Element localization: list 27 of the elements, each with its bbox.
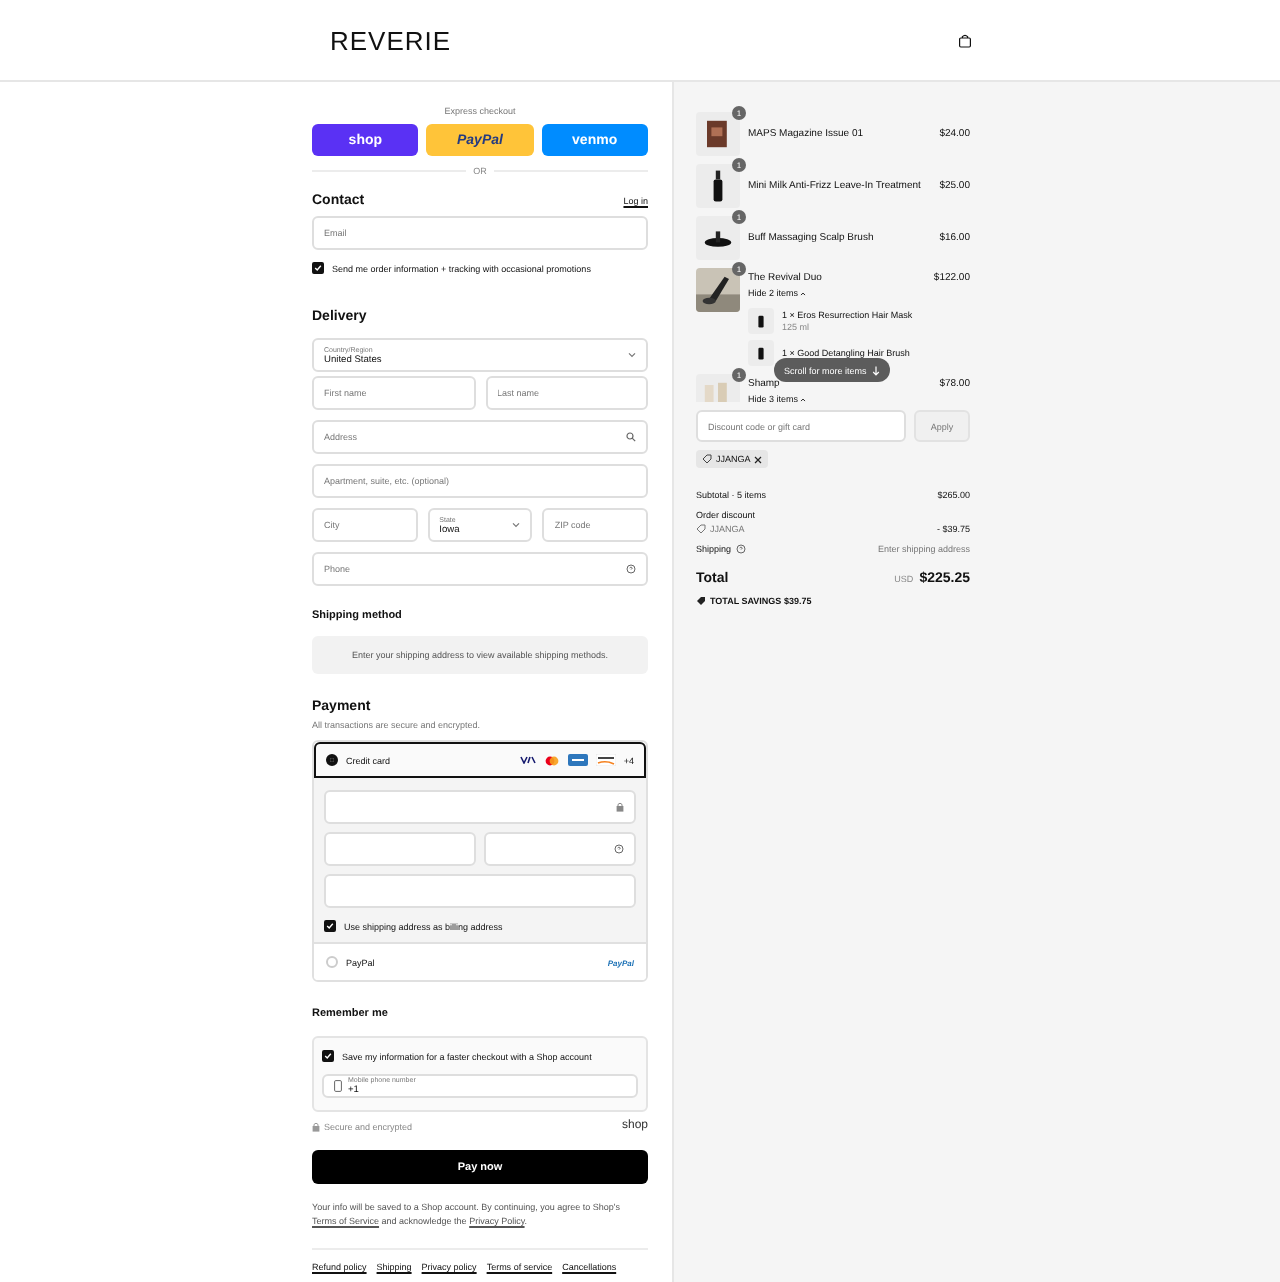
amex-icon	[567, 754, 588, 766]
checkbox[interactable]	[324, 920, 336, 932]
help-icon	[735, 544, 746, 554]
checkbox[interactable]	[322, 1050, 334, 1062]
visa-icon	[519, 756, 536, 764]
checkbox[interactable]	[312, 262, 324, 274]
close-icon[interactable]	[754, 455, 763, 463]
help-icon	[614, 844, 624, 854]
store-logo[interactable]: REVERIE	[330, 25, 452, 55]
discover-icon	[595, 754, 616, 766]
lock-icon	[616, 802, 624, 812]
card-number-field[interactable]	[324, 790, 636, 824]
tag-icon	[702, 454, 712, 464]
shopping-bag-icon[interactable]	[958, 33, 972, 47]
tag-icon	[696, 596, 706, 606]
name-on-card-field[interactable]	[324, 874, 636, 908]
phone-icon	[334, 1080, 342, 1092]
expiry-field[interactable]	[324, 832, 476, 866]
chevron-down-icon	[512, 522, 521, 528]
search-icon	[626, 432, 636, 442]
security-code-field[interactable]	[484, 832, 636, 866]
lock-icon	[312, 1121, 320, 1131]
arrow-down-icon	[872, 365, 881, 375]
tag-icon	[696, 524, 706, 534]
mastercard-icon	[543, 755, 560, 765]
help-icon	[626, 564, 636, 574]
chevron-down-icon	[628, 352, 636, 358]
